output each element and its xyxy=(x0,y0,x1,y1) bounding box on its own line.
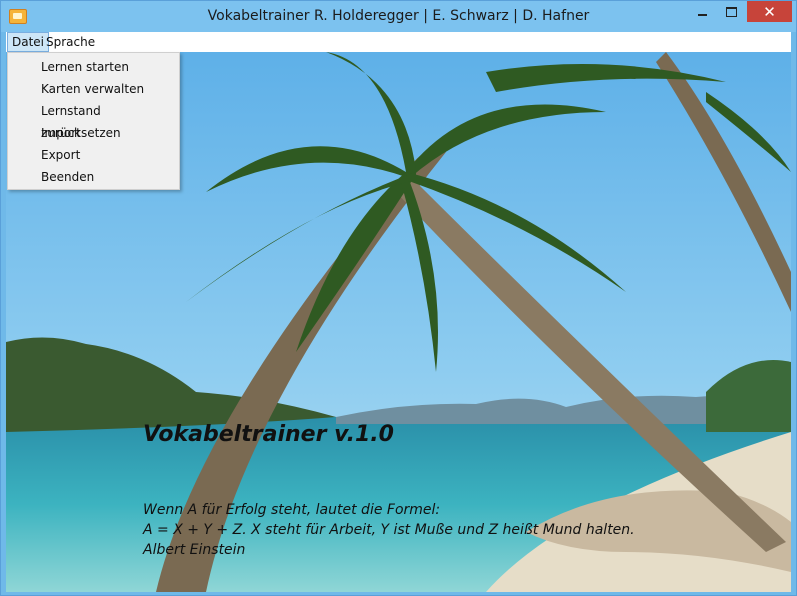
quote-line-1: Wenn A für Erfolg steht, lautet die Form… xyxy=(143,502,441,518)
menu-item-karten-verwalten[interactable]: Karten verwalten xyxy=(9,78,178,100)
maximize-button[interactable] xyxy=(718,1,745,22)
app-window: Vokabeltrainer R. Holderegger | E. Schwa… xyxy=(0,0,797,596)
menu-item-lernstand-zuruecksetzen[interactable]: Lernstand zurücksetzen xyxy=(9,100,178,140)
datei-dropdown-menu: Lernen starten Karten verwalten Lernstan… xyxy=(7,52,180,190)
window-title: Vokabeltrainer R. Holderegger | E. Schwa… xyxy=(207,8,590,24)
quote-line-2: A = X + Y + Z. X steht für Arbeit, Y ist… xyxy=(143,522,635,538)
quote-author: Albert Einstein xyxy=(143,542,246,558)
menu-bar: Datei Sprache xyxy=(6,32,791,53)
menu-item-import[interactable]: Import xyxy=(9,122,178,144)
menu-item-export[interactable]: Export xyxy=(9,144,178,166)
title-bar[interactable]: Vokabeltrainer R. Holderegger | E. Schwa… xyxy=(1,1,796,32)
menu-sprache[interactable]: Sprache xyxy=(42,33,99,51)
close-icon: ✕ xyxy=(763,2,776,21)
menu-item-beenden[interactable]: Beenden xyxy=(9,166,178,188)
menu-item-lernen-starten[interactable]: Lernen starten xyxy=(9,56,178,78)
close-button[interactable]: ✕ xyxy=(747,1,792,22)
app-heading: Vokabeltrainer v.1.0 xyxy=(143,422,394,447)
minimize-button[interactable] xyxy=(689,1,716,22)
